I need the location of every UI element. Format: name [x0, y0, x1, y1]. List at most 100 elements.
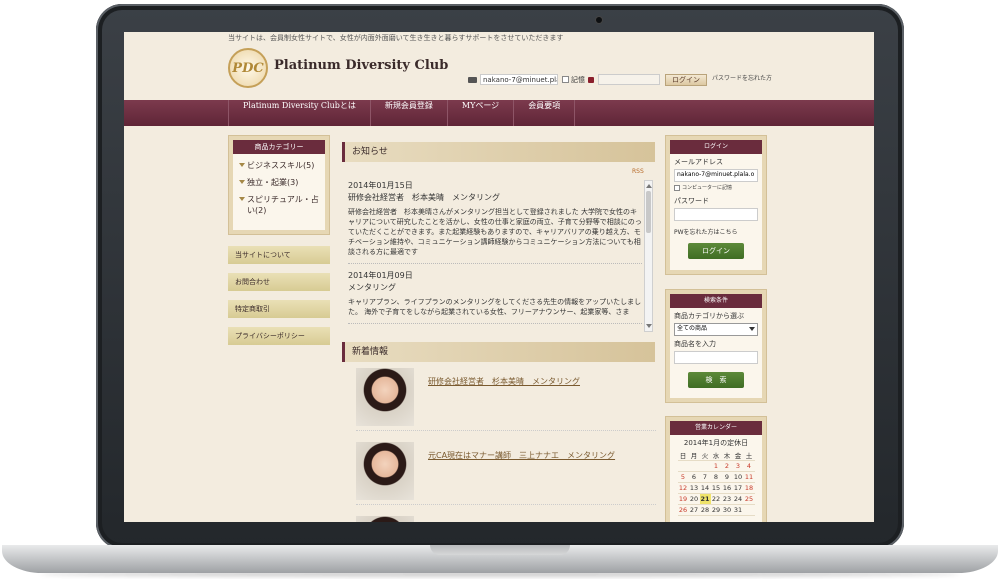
- search-button[interactable]: 検 索: [688, 372, 744, 388]
- calendar-day: 3: [732, 460, 744, 472]
- news-scrollbar[interactable]: [644, 180, 653, 332]
- header-forgot-link[interactable]: パスワードを忘れた方: [712, 73, 772, 84]
- calendar-day: [677, 460, 689, 472]
- calendar-day: 13: [688, 482, 700, 494]
- side-link-contact[interactable]: お問合わせ: [228, 273, 330, 291]
- header-remember-label: 記憶: [571, 75, 585, 84]
- nav-guidelines[interactable]: 会員要項: [514, 100, 576, 126]
- nav-about[interactable]: Platinum Diversity Clubとは: [228, 100, 371, 126]
- category-item-startup[interactable]: 独立・起業(3): [239, 174, 319, 191]
- scroll-up-icon[interactable]: [646, 181, 652, 188]
- news-date: 2014年01月15日: [348, 181, 413, 190]
- lock-icon: [588, 76, 594, 83]
- calendar-day: 17: [732, 482, 744, 494]
- calendar-day: 31: [732, 504, 744, 516]
- calendar-day: 16: [721, 482, 733, 494]
- mentor-photo[interactable]: [356, 516, 414, 522]
- laptop-notch: [430, 545, 570, 555]
- site-logo[interactable]: PDC: [228, 48, 268, 88]
- calendar-day: 14: [699, 482, 711, 494]
- chevron-down-icon: [749, 327, 755, 334]
- new-arrival-link[interactable]: 研修会社経営者 杉本美晴 メンタリング: [428, 376, 580, 387]
- calendar-week-row: 1234: [677, 460, 755, 472]
- calendar-day: 25: [743, 493, 755, 505]
- mentor-photo[interactable]: [356, 368, 414, 426]
- calendar-weekday: 火: [699, 450, 711, 461]
- header-email-input[interactable]: nakano-7@minuet.plala.o: [480, 74, 558, 85]
- calendar-week-row: 12 13 14 15 16 17 18: [677, 482, 755, 494]
- calendar-week-row: 26 27 28 29 30 31: [677, 504, 755, 516]
- calendar-day: 8: [710, 471, 722, 483]
- news-header: お知らせ: [342, 142, 655, 162]
- scroll-down-icon[interactable]: [646, 324, 652, 331]
- header-remember-checkbox[interactable]: [562, 76, 569, 83]
- product-name-input[interactable]: [674, 351, 758, 364]
- password-field[interactable]: [674, 208, 758, 221]
- category-item-business[interactable]: ビジネススキル(5): [239, 157, 319, 174]
- rss-link[interactable]: RSS: [632, 168, 644, 175]
- calendar-week-row: 5 6 7 8 9 10 11: [677, 471, 755, 483]
- login-box-header: ログイン: [670, 140, 762, 154]
- side-link-privacy[interactable]: プライバシーポリシー: [228, 327, 330, 345]
- calendar-day: 9: [721, 471, 733, 483]
- email-label: メールアドレス: [674, 158, 723, 166]
- new-arrival-item: 研修会社経営者 杉本美晴 メンタリング: [356, 368, 656, 431]
- news-item: 2014年01月09日 メンタリング キャリアプラン、ライフプランのメンタリング…: [348, 270, 642, 324]
- nav-mypage[interactable]: MYページ: [448, 100, 515, 126]
- search-box: 検索条件 商品カテゴリから選ぶ 全ての商品 商品名を入力 検 索: [665, 289, 767, 403]
- remember-row: コンピューターに記憶: [670, 182, 762, 193]
- calendar-table: 日月火水木金土 1 2 3 4 5 6 7 8 9 10 11 12 13 14 15 16 17 18 19 20 21…: [677, 450, 755, 516]
- calendar-day: 28: [699, 504, 711, 516]
- calendar-day: 30: [721, 504, 733, 516]
- new-arrival-item: [356, 516, 656, 522]
- calendar-weekday: 土: [743, 450, 755, 461]
- camera-icon: [596, 17, 602, 23]
- news-date: 2014年01月09日: [348, 271, 413, 280]
- news-list: 2014年01月15日 研修会社経営者 杉本美晴 メンタリング 研修会社経営者 …: [348, 180, 642, 330]
- screen: 当サイトは、会員制女性サイトで、女性が内面外面磨いて生き生きと暮らすサポートをさ…: [124, 32, 874, 522]
- calendar-day: [688, 460, 700, 472]
- category-select[interactable]: 全ての商品: [674, 323, 758, 336]
- side-link-commerce[interactable]: 特定商取引: [228, 300, 330, 318]
- site-title[interactable]: Platinum Diversity Club: [274, 58, 448, 73]
- category-select-label: 商品カテゴリから選ぶ: [674, 312, 744, 320]
- header-login-button[interactable]: ログイン: [665, 73, 707, 86]
- email-field[interactable]: nakano-7@minuet.plala.o: [674, 169, 758, 182]
- scroll-thumb[interactable]: [646, 191, 651, 233]
- news-title: メンタリング: [348, 283, 396, 292]
- calendar-title: 2014年1月の定休日: [683, 439, 749, 447]
- calendar-day: 4: [743, 460, 755, 472]
- remember-label: コンピューターに記憶: [682, 185, 733, 191]
- calendar-day: 22: [710, 493, 722, 505]
- calendar-day: 23: [721, 493, 733, 505]
- header-password-input[interactable]: [598, 74, 660, 85]
- calendar-week-row: 19 20 21 22 23 24 25: [677, 493, 755, 505]
- calendar-header: 営業カレンダー: [670, 421, 762, 435]
- calendar-day: 29: [710, 504, 722, 516]
- header-login: nakano-7@minuet.plala.o 記憶 ログイン: [468, 73, 707, 86]
- remember-checkbox[interactable]: [674, 184, 680, 191]
- calendar-day: 19: [677, 493, 689, 505]
- category-box: 商品カテゴリー ビジネススキル(5) 独立・起業(3) スピリチュアル・占い(2…: [228, 135, 330, 235]
- side-link-about[interactable]: 当サイトについて: [228, 246, 330, 264]
- calendar-day: 10: [732, 471, 744, 483]
- calendar-weekday: 水: [710, 450, 722, 461]
- product-name-label: 商品名を入力: [674, 340, 716, 348]
- calendar-day: 7: [699, 471, 711, 483]
- login-button[interactable]: ログイン: [688, 243, 744, 259]
- calendar-weekday: 木: [721, 450, 733, 461]
- calendar-weekday: 日: [677, 450, 689, 461]
- new-arrival-link[interactable]: 元CA現在はマナー講師 三上ナナエ メンタリング: [428, 450, 615, 461]
- forgot-password-link[interactable]: PWを忘れた方はこちら: [670, 221, 762, 238]
- category-item-spiritual[interactable]: スピリチュアル・占い(2): [239, 191, 319, 219]
- site-tagline: 当サイトは、会員制女性サイトで、女性が内面外面磨いて生き生きと暮らすサポートをさ…: [228, 34, 564, 42]
- calendar-day: 21: [699, 493, 711, 505]
- calendar-day: [699, 460, 711, 472]
- calendar-day: [743, 504, 755, 516]
- calendar-day: 20: [688, 493, 700, 505]
- mentor-photo[interactable]: [356, 442, 414, 500]
- nav-register[interactable]: 新規会員登録: [371, 100, 448, 126]
- calendar-day: 1: [710, 460, 722, 472]
- news-title: 研修会社経営者 杉本美晴 メンタリング: [348, 193, 500, 202]
- new-arrival-item: 元CA現在はマナー講師 三上ナナエ メンタリング: [356, 442, 656, 505]
